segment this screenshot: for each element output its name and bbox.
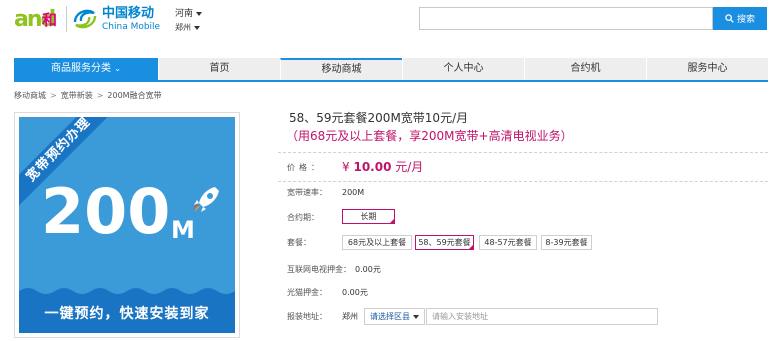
- chevron-down-icon: [194, 25, 200, 30]
- search-input[interactable]: [419, 7, 713, 30]
- tv-deposit-value: 0.00元: [355, 265, 381, 274]
- bandwidth-unit: M: [171, 216, 195, 244]
- region-label: 河南: [175, 9, 194, 19]
- address-input[interactable]: [426, 308, 658, 325]
- he-logo-text: 和: [42, 11, 58, 29]
- region-selector[interactable]: 河南: [175, 9, 203, 20]
- nav-item-personal-center[interactable]: 个人中心: [402, 58, 524, 80]
- nav-item-label: 个人中心: [443, 63, 484, 74]
- city-label: 郑州: [175, 23, 191, 32]
- nav-item-label: 合约机: [570, 63, 601, 74]
- china-mobile-swirl-icon: [73, 9, 97, 29]
- package-option-58-59[interactable]: 58、59元套餐: [415, 235, 474, 250]
- nav-item-contract-phone[interactable]: 合约机: [524, 58, 646, 80]
- nav-category-menu[interactable]: 商品服务分类 ⌄: [14, 58, 158, 80]
- and-logo[interactable]: and 和: [14, 8, 62, 32]
- main-nav: 商品服务分类 ⌄ 首页 移动商城 个人中心 合约机 服务中心: [14, 58, 768, 82]
- product-image: 宽带预约办理 200 M 一键预约，快速安装到家: [14, 112, 240, 338]
- bandwidth-number: 200: [41, 175, 171, 248]
- package-option-label: 58、59元套餐: [418, 238, 471, 247]
- district-select-label: 请选择区县: [370, 312, 410, 321]
- speed-value: 200M: [342, 188, 365, 197]
- breadcrumb-separator: >: [96, 91, 104, 100]
- chevron-down-icon: [413, 314, 419, 319]
- price-amount: 10.00: [353, 160, 392, 174]
- breadcrumb: 移动商城 > 宽带新装 >200M融合宽带: [14, 91, 162, 101]
- package-option-8-39[interactable]: 8-39元套餐: [541, 235, 592, 250]
- contract-option-long-term[interactable]: 长期: [342, 209, 395, 224]
- breadcrumb-link-mall[interactable]: 移动商城: [14, 91, 46, 100]
- search-button-label: 搜索: [736, 15, 755, 25]
- search-icon: [725, 14, 734, 23]
- product-title: 58、59元套餐200M宽带10元/月: [289, 111, 469, 125]
- address-city: 郑州: [342, 312, 358, 321]
- modem-deposit-value: 0.00元: [342, 288, 368, 297]
- product-subtitle: （用68元及以上套餐，享200M宽带+高清电视业务）: [286, 129, 573, 143]
- city-selector[interactable]: 郑州: [175, 23, 200, 33]
- nav-item-label: 移动商城: [321, 64, 362, 75]
- package-option-label: 68元及以上套餐: [347, 238, 407, 247]
- modem-deposit-label: 光猫押金：: [287, 288, 327, 297]
- contract-label: 合约期：: [287, 213, 319, 222]
- package-option-label: 8-39元套餐: [545, 238, 588, 247]
- brand-name-cn: 中国移动: [102, 6, 155, 21]
- district-select[interactable]: 请选择区县: [364, 308, 425, 325]
- package-option-label: 48-57元套餐: [484, 238, 532, 247]
- breadcrumb-link-broadband[interactable]: 宽带新装: [61, 91, 93, 100]
- breadcrumb-current: 200M融合宽带: [107, 91, 162, 100]
- price-label: 价格：: [287, 163, 323, 172]
- nav-item-mall[interactable]: 移动商城: [280, 58, 402, 80]
- nav-category-label: 商品服务分类: [51, 63, 112, 74]
- breadcrumb-separator: >: [50, 91, 57, 100]
- nav-item-label: 首页: [209, 63, 230, 74]
- price-unit: 元/月: [395, 160, 424, 174]
- chevron-down-icon: [196, 11, 203, 16]
- banner-slogan: 一键预约，快速安装到家: [19, 295, 235, 333]
- price-symbol: ¥: [342, 160, 350, 174]
- search-button[interactable]: 搜索: [713, 7, 767, 30]
- product-banner: 宽带预约办理 200 M 一键预约，快速安装到家: [19, 117, 235, 333]
- address-label: 报装地址：: [287, 312, 327, 321]
- brand-name-en: China Mobile: [102, 22, 161, 32]
- logo-divider: [66, 6, 67, 32]
- package-option-48-57[interactable]: 48-57元套餐: [479, 235, 537, 250]
- tv-deposit-label: 互联网电视押金：: [287, 265, 351, 274]
- price-value: ¥ 10.00 元/月: [342, 160, 423, 174]
- nav-item-home[interactable]: 首页: [158, 58, 280, 80]
- package-option-68[interactable]: 68元及以上套餐: [342, 235, 412, 250]
- china-mobile-logo[interactable]: 中国移动 China Mobile: [72, 4, 168, 34]
- speed-label: 宽带速率：: [287, 188, 327, 197]
- rocket-icon: [193, 187, 219, 213]
- chevron-down-icon: ⌄: [114, 64, 121, 73]
- nav-item-label: 服务中心: [687, 63, 728, 74]
- nav-item-service-center[interactable]: 服务中心: [646, 58, 768, 80]
- contract-option-label: 长期: [360, 212, 377, 221]
- package-label: 套餐：: [287, 238, 311, 247]
